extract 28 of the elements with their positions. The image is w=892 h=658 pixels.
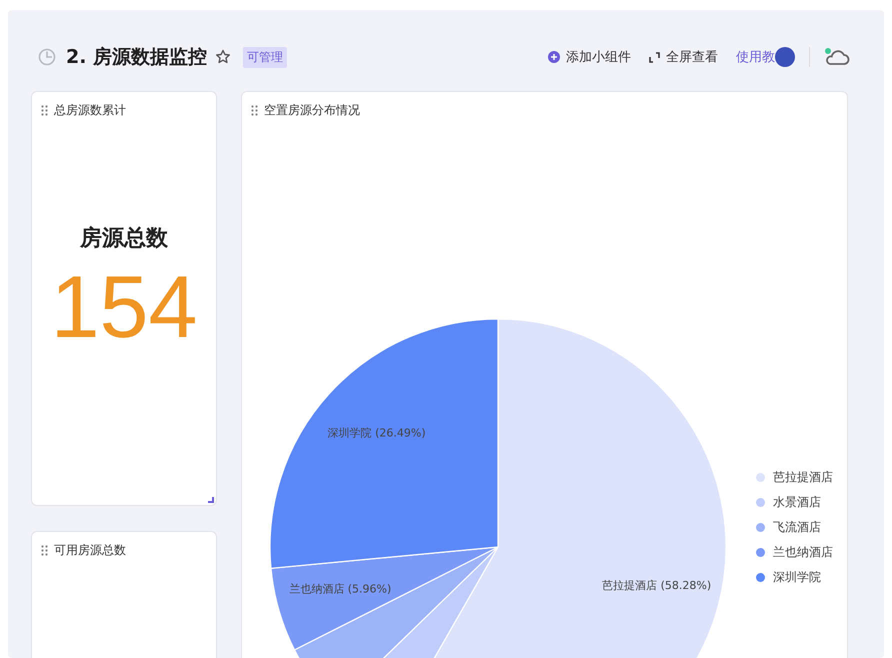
stat-label: 房源总数 bbox=[78, 224, 169, 253]
permission-tag: 可管理 bbox=[243, 46, 288, 68]
avatar-icon[interactable] bbox=[775, 47, 795, 67]
legend-label[interactable]: 水景酒店 bbox=[773, 494, 821, 511]
resize-handle-icon[interactable] bbox=[208, 497, 214, 503]
stat-value: 154 bbox=[50, 263, 198, 351]
slice-label: 深圳学院 (26.49%) bbox=[328, 426, 426, 440]
expand-icon bbox=[649, 52, 660, 62]
slice-label: 兰也纳酒店 (5.96%) bbox=[289, 582, 392, 596]
legend-label[interactable]: 芭拉提酒店 bbox=[773, 469, 833, 486]
plus-circle-icon bbox=[548, 51, 560, 63]
legend-label[interactable]: 兰也纳酒店 bbox=[773, 544, 833, 561]
drag-handle-icon[interactable] bbox=[251, 105, 258, 116]
drag-handle-icon[interactable] bbox=[41, 545, 48, 556]
slice-label: 芭拉提酒店 (58.28%) bbox=[602, 579, 712, 592]
drag-handle-icon[interactable] bbox=[41, 105, 48, 116]
star-icon[interactable] bbox=[215, 49, 232, 65]
clock-icon bbox=[38, 48, 56, 66]
widget-title: 总房源数累计 bbox=[54, 102, 126, 119]
widget-title: 可用房源总数 bbox=[54, 542, 126, 559]
legend-label[interactable]: 深圳学院 bbox=[773, 569, 821, 586]
widget-title: 空置房源分布情况 bbox=[264, 102, 360, 119]
dashboard-title: 2. 房源数据监控 bbox=[66, 45, 208, 70]
tutorial-link[interactable]: 使用教 bbox=[736, 48, 775, 66]
legend-label[interactable]: 飞流酒店 bbox=[773, 519, 821, 536]
add-widget-button[interactable]: 添加小组件 bbox=[548, 48, 631, 66]
cloud-icon[interactable] bbox=[824, 47, 850, 67]
fullscreen-button[interactable]: 全屏查看 bbox=[649, 48, 718, 66]
